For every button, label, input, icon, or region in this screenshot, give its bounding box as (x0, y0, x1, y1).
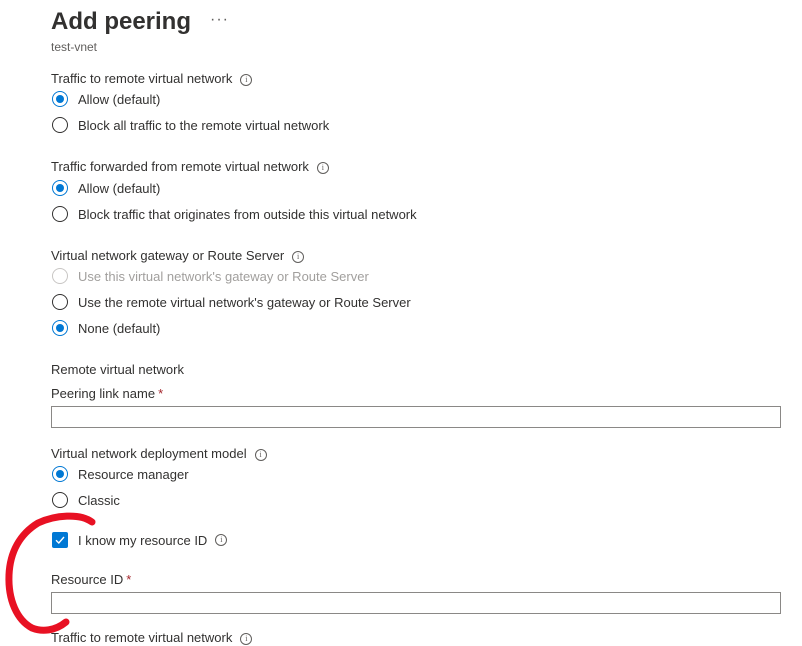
required-asterisk: * (126, 572, 132, 587)
know-resource-id-checkbox-row[interactable]: I know my resource ID i (52, 530, 228, 550)
traffic-forwarded-label: Traffic forwarded from remote virtual ne… (51, 159, 329, 175)
radio-button (52, 268, 68, 284)
radio-label: Block traffic that originates from outsi… (78, 206, 417, 222)
radio-use-remote-gateway[interactable]: Use the remote virtual network's gateway… (52, 292, 411, 312)
info-icon: i (240, 633, 253, 645)
radio-label: Resource manager (78, 466, 189, 482)
traffic-forwarded-label-text: Traffic forwarded from remote virtual ne… (51, 159, 309, 174)
radio-resource-manager[interactable]: Resource manager (52, 464, 189, 484)
radio-button[interactable] (52, 180, 68, 196)
radio-button[interactable] (52, 492, 68, 508)
radio-label: Allow (default) (78, 91, 161, 107)
radio-classic[interactable]: Classic (52, 490, 120, 510)
gateway-label-text: Virtual network gateway or Route Server (51, 248, 285, 263)
peering-link-label-text: Peering link name (51, 386, 156, 401)
radio-block-traffic-to-remote[interactable]: Block all traffic to the remote virtual … (52, 115, 329, 135)
traffic-to-remote-label: Traffic to remote virtual network i (51, 71, 253, 87)
peering-link-name-input[interactable] (51, 406, 781, 428)
gateway-label: Virtual network gateway or Route Server i (51, 248, 305, 264)
traffic-to-remote-label-text: Traffic to remote virtual network (51, 71, 233, 86)
info-icon[interactable]: i (292, 251, 305, 263)
resource-id-label-text: Resource ID (51, 572, 124, 587)
radio-button[interactable] (52, 294, 68, 310)
info-icon[interactable]: i (215, 534, 228, 546)
radio-label: Classic (78, 492, 120, 508)
radio-button[interactable] (52, 91, 68, 107)
radio-button[interactable] (52, 320, 68, 336)
radio-button[interactable] (52, 206, 68, 222)
radio-label: Block all traffic to the remote virtual … (78, 117, 330, 133)
radio-use-this-gateway: Use this virtual network's gateway or Ro… (52, 266, 369, 286)
radio-label: Use the remote virtual network's gateway… (78, 294, 411, 310)
radio-label: Use this virtual network's gateway or Ro… (78, 268, 369, 284)
info-icon[interactable]: i (240, 74, 253, 86)
deployment-model-label-text: Virtual network deployment model (51, 446, 247, 461)
info-icon[interactable]: i (316, 162, 329, 174)
radio-button[interactable] (52, 466, 68, 482)
checkmark-icon (55, 536, 65, 545)
clipped-section-label: Traffic to remote virtual network i (51, 630, 253, 646)
radio-button[interactable] (52, 117, 68, 133)
peering-link-label: Peering link name * (51, 386, 163, 402)
deployment-model-label: Virtual network deployment model i (51, 446, 267, 462)
radio-allow-traffic-to-remote[interactable]: Allow (default) (52, 89, 160, 109)
page-title: Add peering (51, 8, 192, 35)
clipped-section-label-text: Traffic to remote virtual network (51, 630, 233, 645)
page-subtitle: test-vnet (51, 40, 98, 54)
required-asterisk: * (158, 386, 164, 401)
info-icon[interactable]: i (254, 449, 267, 461)
more-options-button[interactable]: ··· (210, 10, 229, 30)
know-resource-id-label: I know my resource ID (78, 532, 208, 548)
remote-vnet-heading: Remote virtual network (51, 362, 184, 377)
radio-gateway-none[interactable]: None (default) (52, 318, 160, 338)
resource-id-input[interactable] (51, 592, 781, 614)
resource-id-label: Resource ID * (51, 572, 131, 588)
radio-label: None (default) (78, 320, 161, 336)
radio-label: Allow (default) (78, 180, 161, 196)
radio-allow-forwarded[interactable]: Allow (default) (52, 178, 160, 198)
know-resource-id-checkbox[interactable] (52, 532, 68, 548)
radio-block-forwarded[interactable]: Block traffic that originates from outsi… (52, 204, 417, 224)
